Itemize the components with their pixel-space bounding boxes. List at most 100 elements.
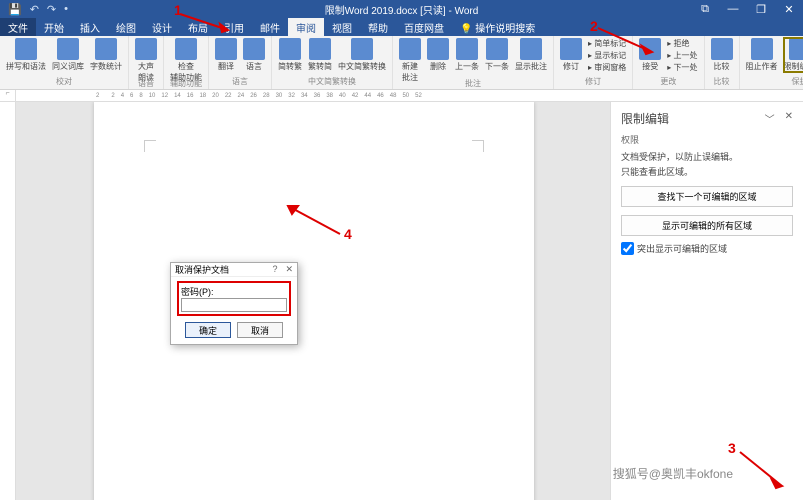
show-all-regions-button[interactable]: 显示可编辑的所有区域	[621, 215, 793, 236]
ribbon-cmd-label: 同义词库	[52, 61, 84, 72]
ribbon-cmd-5-3[interactable]: 下一条	[485, 38, 509, 72]
ribbon-group-4: 简转繁繁转简中文简繁转换中文简繁转换	[272, 36, 393, 89]
pane-close-icon[interactable]: ✕	[785, 111, 793, 126]
dialog-close-icon[interactable]: ✕	[285, 264, 293, 275]
ribbon-cmd-4-1[interactable]: 繁转简	[308, 38, 332, 72]
ribbon-icon	[15, 38, 37, 60]
ribbon-subcmd[interactable]: ▸ 显示标记	[588, 50, 626, 61]
document-title: 限制Word 2019.docx [只读] - Word	[325, 2, 479, 17]
ribbon-subcmd[interactable]: ▸ 简单标记	[588, 38, 626, 49]
ruler-row: ⌐ 22468101214161820222426283032343638404…	[0, 90, 803, 102]
qat-more-icon[interactable]: •	[64, 3, 68, 16]
ribbon-subcmd[interactable]: ▸ 拒绝	[667, 38, 697, 49]
dialog-body: 密码(P): 确定 取消	[171, 277, 297, 344]
ribbon-cmd-label: 上一条	[455, 61, 479, 72]
ribbon-cmd-2-0[interactable]: 检查 辅助功能	[170, 38, 202, 83]
margin-corner-tl	[144, 140, 156, 152]
restore-icon[interactable]: ❐	[747, 3, 775, 16]
tab-file[interactable]: 文件	[0, 18, 36, 36]
ribbon: 拼写和语法同义词库字数统计校对大声 朗读语音检查 辅助功能辅助功能翻译语言语言简…	[0, 36, 803, 90]
tab-help[interactable]: 帮助	[360, 18, 396, 36]
ok-button[interactable]: 确定	[185, 322, 231, 338]
dialog-help-icon[interactable]: ?	[272, 264, 277, 275]
ribbon-subcmd[interactable]: ▸ 上一处	[667, 50, 697, 61]
ribbon-cmd-3-1[interactable]: 语言	[243, 38, 265, 72]
ribbon-group-7: 接受 ▸ 拒绝▸ 上一处▸ 下一处更改	[633, 36, 704, 89]
highlight-regions-input[interactable]	[621, 242, 634, 255]
minimize-icon[interactable]: —	[719, 3, 747, 16]
tab-layout[interactable]: 布局	[180, 18, 216, 36]
ribbon-icon	[175, 38, 197, 60]
document-canvas[interactable]: 取消保护文档 ? ✕ 密码(P): 确定 取消	[16, 102, 610, 500]
tab-design[interactable]: 设计	[144, 18, 180, 36]
vertical-ruler[interactable]	[0, 102, 16, 500]
ribbon-cmd-8-0[interactable]: 比较	[711, 38, 733, 72]
cancel-button[interactable]: 取消	[237, 322, 283, 338]
ribbon-cmd-3-0[interactable]: 翻译	[215, 38, 237, 72]
password-field-highlight: 密码(P):	[177, 281, 291, 316]
ribbon-cmd-1-0[interactable]: 大声 朗读	[135, 38, 157, 83]
highlight-regions-checkbox[interactable]: 突出显示可编辑的区域	[621, 242, 793, 255]
password-input[interactable]	[181, 298, 287, 312]
ribbon-icon	[215, 38, 237, 60]
ribbon-icon	[57, 38, 79, 60]
ribbon-group-label: 辅助功能	[170, 78, 202, 89]
ribbon-cmd-7-0[interactable]: 接受	[639, 38, 661, 72]
ribbon-cmd-0-0[interactable]: 拼写和语法	[6, 38, 46, 72]
undo-icon[interactable]: ↶	[30, 3, 39, 16]
tab-mailings[interactable]: 邮件	[252, 18, 288, 36]
redo-icon[interactable]: ↷	[47, 3, 56, 16]
ribbon-group-0: 拼写和语法同义词库字数统计校对	[0, 36, 129, 89]
restrict-editing-pane: 限制编辑 ﹀ ✕ 权限 文档受保护，以防止误编辑。 只能查看此区域。 查找下一个…	[610, 102, 803, 500]
ribbon-subcmd[interactable]: ▸ 审阅窗格	[588, 62, 626, 73]
tell-me[interactable]: 💡 操作说明搜索	[452, 18, 543, 36]
ribbon-cmd-5-4[interactable]: 显示批注	[515, 38, 547, 72]
watermark: 搜狐号@奥凯丰okfone	[613, 465, 733, 482]
ruler-corner: ⌐	[0, 90, 16, 101]
tab-home[interactable]: 开始	[36, 18, 72, 36]
save-icon[interactable]: 💾	[8, 3, 22, 16]
dialog-titlebar[interactable]: 取消保护文档 ? ✕	[171, 263, 297, 277]
ribbon-cmd-label: 字数统计	[90, 61, 122, 72]
ribbon-options-icon[interactable]: ⧉	[691, 3, 719, 16]
ribbon-group-1: 大声 朗读语音	[129, 36, 164, 89]
ribbon-subcmd[interactable]: ▸ 下一处	[667, 62, 697, 73]
ribbon-cmd-5-0[interactable]: 新建 批注	[399, 38, 421, 83]
ribbon-group-label: 更改	[639, 76, 697, 87]
pane-title: 限制编辑	[621, 110, 669, 127]
margin-corner-tr	[472, 140, 484, 152]
find-next-region-button[interactable]: 查找下一个可编辑的区域	[621, 186, 793, 207]
ribbon-cmd-4-0[interactable]: 简转繁	[278, 38, 302, 72]
ribbon-cmd-label: 比较	[714, 61, 730, 72]
ribbon-icon	[789, 38, 803, 60]
tab-view[interactable]: 视图	[324, 18, 360, 36]
ribbon-cmd-0-2[interactable]: 字数统计	[90, 38, 122, 72]
tab-insert[interactable]: 插入	[72, 18, 108, 36]
ribbon-cmd-9-1[interactable]: 限制编辑	[784, 38, 803, 72]
tab-baidu[interactable]: 百度网盘	[396, 18, 452, 36]
ribbon-icon	[711, 38, 733, 60]
close-icon[interactable]: ✕	[775, 3, 803, 16]
ribbon-icon	[399, 38, 421, 60]
ribbon-icon	[279, 38, 301, 60]
ribbon-icon	[351, 38, 373, 60]
ribbon-cmd-0-1[interactable]: 同义词库	[52, 38, 84, 72]
pane-options-icon[interactable]: ﹀	[765, 111, 775, 126]
ribbon-group-label: 比较	[711, 76, 733, 87]
ribbon-cmd-5-1[interactable]: 删除	[427, 38, 449, 72]
ribbon-group-5: 新建 批注删除上一条下一条显示批注批注	[393, 36, 554, 89]
ribbon-cmd-9-0[interactable]: 阻止作者	[746, 38, 778, 72]
ribbon-group-label: 批注	[399, 78, 547, 89]
ribbon-icon	[639, 38, 661, 60]
ribbon-cmd-6-0[interactable]: 修订	[560, 38, 582, 72]
tab-draw[interactable]: 绘图	[108, 18, 144, 36]
ribbon-cmd-5-2[interactable]: 上一条	[455, 38, 479, 72]
ribbon-group-label: 中文简繁转换	[278, 76, 386, 87]
ribbon-group-8: 比较比较	[705, 36, 740, 89]
tab-review[interactable]: 审阅	[288, 18, 324, 36]
highlight-regions-label: 突出显示可编辑的区域	[637, 242, 727, 255]
tab-references[interactable]: 引用	[216, 18, 252, 36]
horizontal-ruler[interactable]: 2246810121416182022242628303234363840424…	[16, 90, 803, 101]
ribbon-cmd-4-2[interactable]: 中文简繁转换	[338, 38, 386, 72]
pane-section: 权限	[621, 133, 793, 146]
